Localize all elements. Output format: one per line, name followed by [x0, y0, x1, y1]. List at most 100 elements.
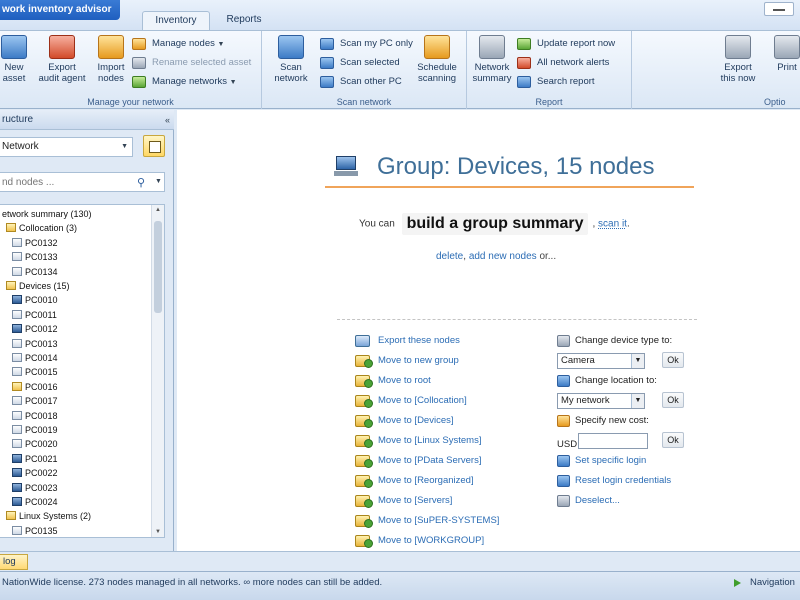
device-type-value: Camera	[561, 355, 595, 366]
move-to-link[interactable]: Move to [Reorganized]	[355, 473, 474, 489]
links-row: delete, add new nodes or...	[436, 251, 556, 262]
scan-network-button[interactable]: Scan network	[266, 35, 316, 84]
cost-input[interactable]	[578, 433, 648, 449]
device-type-select[interactable]: Camera ▼	[557, 353, 645, 369]
folder-icon	[6, 223, 16, 233]
move-folder-icon	[355, 475, 373, 488]
scan-my-pc-button[interactable]: Scan my PC only	[320, 36, 413, 52]
tree-item[interactable]: PC0022	[12, 466, 58, 480]
tree-item[interactable]: PC0024	[12, 495, 58, 509]
tree-item[interactable]: etwork summary (130)	[2, 207, 92, 221]
move-to-link[interactable]: Move to [SuPER-SYSTEMS]	[355, 513, 499, 529]
tree-item[interactable]: PC0021	[12, 452, 58, 466]
location-select[interactable]: My network ▼	[557, 393, 645, 409]
monitor-icon	[320, 38, 334, 50]
build-summary-button[interactable]: build a group summary	[401, 213, 589, 235]
app-menu-button[interactable]: work inventory advisor	[0, 0, 120, 20]
move-to-link[interactable]: Move to [Devices]	[355, 413, 454, 429]
print-button[interactable]: Print	[772, 35, 800, 73]
tree-item[interactable]: PC0019	[12, 423, 58, 437]
update-report-button[interactable]: Update report now	[517, 36, 615, 52]
set-login-text: Set specific login	[575, 455, 647, 466]
deselect-link[interactable]: Deselect...	[557, 494, 620, 508]
tab-reports[interactable]: Reports	[214, 11, 274, 30]
tree-item[interactable]: PC0013	[12, 337, 58, 351]
tree-item[interactable]: PC0132	[12, 236, 58, 250]
ribbon-group-scan: Scan network Scan my PC only Scan select…	[262, 31, 467, 109]
scan-other-pc-button[interactable]: Scan other PC	[320, 74, 402, 90]
log-tab[interactable]: log	[0, 554, 28, 570]
delete-link[interactable]: delete	[436, 251, 463, 262]
tree-item[interactable]: PC0023	[12, 481, 58, 495]
export-nodes-link[interactable]: Export these nodes	[355, 333, 460, 349]
move-folder-icon	[355, 435, 373, 448]
structure-sidebar: ructure « Network ▼ ⚲ ▼ etwork summary (…	[0, 110, 174, 551]
tree-item-label: PC0012	[25, 324, 58, 335]
location-ok-button[interactable]: Ok	[662, 392, 684, 408]
tree-item[interactable]: PC0012	[12, 322, 58, 336]
scan-it-link[interactable]: scan it	[598, 219, 627, 230]
move-to-link[interactable]: Move to root	[355, 373, 431, 389]
navigation-button[interactable]: Navigation	[732, 574, 795, 592]
move-to-link[interactable]: Move to new group	[355, 353, 459, 369]
search-icon[interactable]: ⚲	[137, 176, 145, 189]
tree-item[interactable]: PC0015	[12, 365, 58, 379]
network-summary-button[interactable]: Network summary	[469, 35, 515, 84]
tree-item[interactable]: PC0016	[12, 380, 58, 394]
scroll-down-icon[interactable]: ▼	[155, 529, 161, 535]
manage-nodes-button[interactable]: Manage nodes ▼	[132, 36, 224, 52]
all-alerts-button[interactable]: All network alerts	[517, 55, 609, 71]
export-agent-label: Export audit agent	[38, 62, 86, 84]
tree-item-label: PC0019	[25, 425, 58, 435]
tab-inventory[interactable]: Inventory	[142, 11, 210, 30]
reset-login-link[interactable]: Reset login credentials	[557, 474, 671, 488]
cost-ok-button[interactable]: Ok	[662, 432, 684, 448]
move-to-link[interactable]: Move to [Servers]	[355, 493, 452, 509]
rename-asset-button[interactable]: Rename selected asset	[132, 55, 251, 71]
move-to-link[interactable]: Move to [Linux Systems]	[355, 433, 481, 449]
printer-icon	[774, 35, 800, 59]
export-now-button[interactable]: Export this now	[714, 35, 762, 84]
new-asset-button[interactable]: New asset	[0, 35, 32, 84]
tree-item[interactable]: PC0020	[12, 437, 58, 451]
network-select[interactable]: Network ▼	[0, 137, 133, 157]
pin-icon[interactable]: «	[165, 110, 170, 130]
tree-item[interactable]: PC0011	[12, 308, 57, 322]
move-to-link[interactable]: Move to [WORKGROUP]	[355, 533, 484, 549]
move-to-link[interactable]: Move to [PData Servers]	[355, 453, 481, 469]
tree-item-label: PC0011	[25, 309, 57, 320]
export-agent-button[interactable]: Export audit agent	[34, 35, 90, 84]
manage-networks-label: Manage networks	[152, 76, 227, 87]
device-type-ok-button[interactable]: Ok	[662, 352, 684, 368]
tree-item[interactable]: Linux Systems (2)	[6, 509, 91, 523]
move-to-link[interactable]: Move to [Collocation]	[355, 393, 467, 409]
computer-icon	[12, 252, 22, 262]
add-new-nodes-link[interactable]: add new nodes	[469, 251, 537, 262]
scroll-up-icon[interactable]: ▲	[155, 207, 161, 213]
tree-item[interactable]: PC0135	[12, 524, 58, 537]
status-bar: NationWide license. 273 nodes managed in…	[0, 571, 800, 600]
tree-item[interactable]: Devices (15)	[6, 279, 70, 293]
minimize-button[interactable]	[764, 2, 794, 16]
tree-item-label: Linux Systems (2)	[19, 511, 92, 522]
tree-item[interactable]: PC0133	[12, 250, 58, 264]
schedule-scanning-button[interactable]: Schedule scanning	[412, 35, 462, 84]
tree-item[interactable]: PC0018	[12, 409, 58, 423]
tree-item[interactable]: PC0014	[12, 351, 58, 365]
tree-item[interactable]: PC0134	[12, 265, 58, 279]
network-settings-button[interactable]	[143, 135, 165, 157]
manage-networks-button[interactable]: Manage networks ▼	[132, 74, 237, 90]
tree-item-label: PC0016	[25, 381, 58, 392]
folder-icon	[6, 281, 16, 290]
set-login-link[interactable]: Set specific login	[557, 454, 646, 468]
scroll-thumb[interactable]	[154, 221, 162, 313]
scan-selected-button[interactable]: Scan selected	[320, 55, 400, 71]
tree-item[interactable]: PC0010	[12, 293, 58, 307]
tree-item-label: PC0015	[25, 367, 58, 378]
chevron-down-icon[interactable]: ▼	[155, 178, 162, 185]
tree-item[interactable]: Collocation (3)	[6, 221, 77, 235]
search-report-button[interactable]: Search report	[517, 74, 595, 90]
import-nodes-button[interactable]: Import nodes	[92, 35, 130, 84]
tree-item[interactable]: PC0017	[12, 394, 58, 408]
tree-scrollbar[interactable]: ▲ ▼	[151, 205, 164, 537]
